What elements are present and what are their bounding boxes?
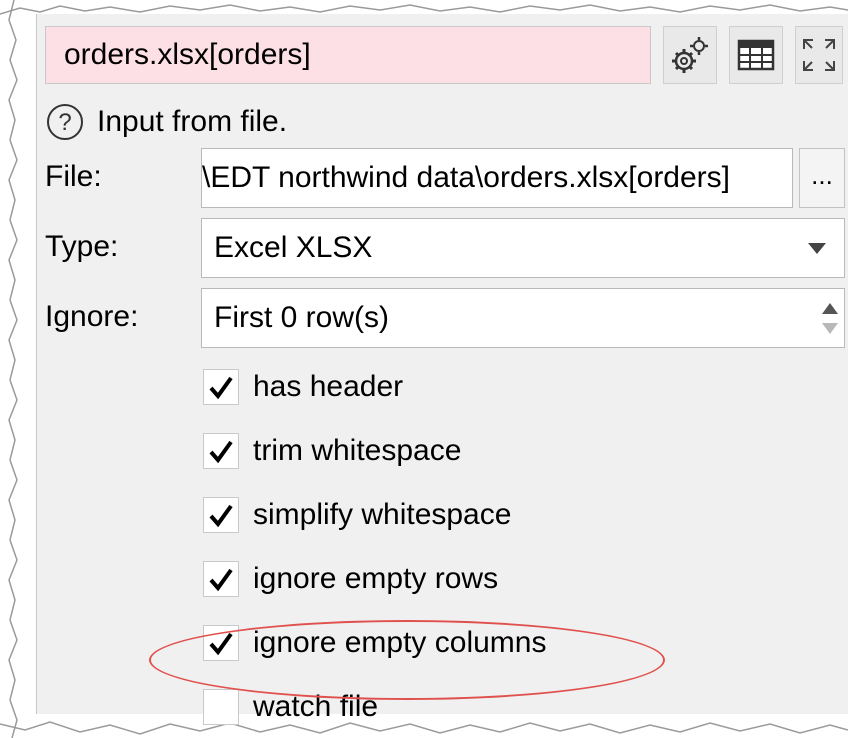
help-row: ? Input from file. bbox=[45, 100, 287, 144]
checkbox-label: trim whitespace bbox=[253, 434, 462, 467]
checkbox[interactable] bbox=[203, 433, 239, 469]
option-has-header[interactable]: has header bbox=[203, 364, 403, 410]
highlight-ellipse bbox=[149, 620, 665, 700]
table-view-button[interactable] bbox=[729, 26, 783, 84]
type-select-value: Excel XLSX bbox=[214, 231, 373, 264]
type-label: Type: bbox=[45, 230, 119, 263]
checkbox-label: ignore empty rows bbox=[253, 562, 499, 595]
ignore-label: Ignore: bbox=[45, 300, 139, 333]
checkbox[interactable] bbox=[203, 689, 239, 725]
expand-icon bbox=[803, 39, 835, 71]
expand-button[interactable] bbox=[795, 26, 843, 84]
checkmark-icon bbox=[209, 568, 233, 592]
table-icon bbox=[737, 39, 775, 71]
checkmark-icon bbox=[209, 504, 233, 528]
type-select[interactable]: Excel XLSX bbox=[201, 218, 845, 278]
option-trim-whitespace[interactable]: trim whitespace bbox=[203, 428, 461, 474]
spin-up-icon[interactable] bbox=[822, 303, 838, 314]
svg-text:?: ? bbox=[58, 109, 71, 136]
help-text: Input from file. bbox=[97, 105, 288, 138]
option-simplify-whitespace[interactable]: simplify whitespace bbox=[203, 492, 511, 538]
checkbox-label: has header bbox=[253, 370, 404, 403]
chevron-down-icon bbox=[808, 243, 826, 254]
file-label: File: bbox=[45, 160, 102, 193]
input-panel: orders.xlsx[orders] ? Input from file. F… bbox=[36, 14, 848, 725]
panel-title-field[interactable]: orders.xlsx[orders] bbox=[45, 26, 651, 84]
help-icon[interactable]: ? bbox=[45, 102, 85, 142]
panel-title-bar: orders.xlsx[orders] bbox=[43, 24, 843, 92]
ignore-rows-spinbox[interactable]: First 0 row(s) bbox=[201, 288, 845, 348]
checkbox[interactable] bbox=[203, 369, 239, 405]
torn-left-edge bbox=[8, 0, 18, 738]
options-button[interactable] bbox=[663, 26, 717, 84]
torn-bottom-edge bbox=[0, 721, 848, 735]
checkbox-label: simplify whitespace bbox=[253, 498, 512, 531]
ignore-rows-value: First 0 row(s) bbox=[214, 301, 389, 334]
checkmark-icon bbox=[209, 376, 233, 400]
file-path-field[interactable]: \EDT northwind data\orders.xlsx[orders] bbox=[201, 148, 793, 208]
checkbox[interactable] bbox=[203, 497, 239, 533]
option-ignore-empty-rows[interactable]: ignore empty rows bbox=[203, 556, 498, 602]
spin-down-icon[interactable] bbox=[822, 323, 838, 334]
browse-button[interactable]: ... bbox=[799, 148, 845, 208]
checkmark-icon bbox=[209, 440, 233, 464]
file-path-value: \EDT northwind data\orders.xlsx[orders] bbox=[202, 161, 731, 194]
checkbox[interactable] bbox=[203, 561, 239, 597]
gears-icon bbox=[672, 37, 708, 73]
